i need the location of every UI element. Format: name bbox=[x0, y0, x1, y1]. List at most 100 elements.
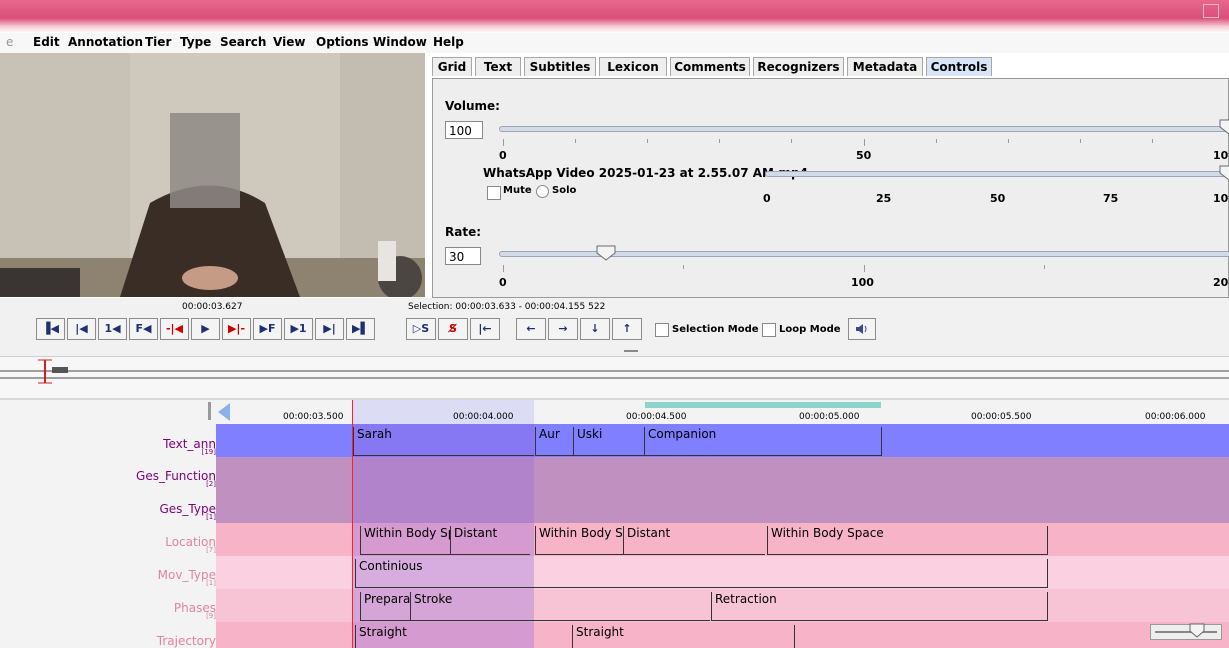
menu-type[interactable]: Type bbox=[180, 35, 211, 49]
tick bbox=[791, 139, 792, 143]
controls-panel: Volume: 100 0 50 10 WhatsApp Video 2025-… bbox=[432, 78, 1229, 298]
previous-frame-page-button[interactable]: |◀ bbox=[67, 318, 96, 340]
tab-comments[interactable]: Comments bbox=[670, 57, 750, 76]
tier-name-phases[interactable]: Phases [9] bbox=[0, 601, 216, 620]
menu-tier[interactable]: Tier bbox=[145, 35, 171, 49]
clear-selection-button[interactable]: S̸ bbox=[438, 318, 468, 340]
tab-strip: Grid Text Subtitles Lexicon Comments Rec… bbox=[432, 55, 1229, 78]
video-viewer[interactable] bbox=[0, 53, 425, 297]
solo-radio[interactable] bbox=[536, 185, 549, 198]
annotation[interactable]: Straight bbox=[355, 625, 570, 648]
maximize-button[interactable] bbox=[1203, 4, 1219, 18]
loop-mode-label: Loop Mode bbox=[779, 324, 841, 335]
annotation[interactable]: Stroke bbox=[410, 592, 710, 621]
zoom-track bbox=[1155, 631, 1217, 633]
next-frame-button[interactable]: ▶F bbox=[253, 318, 282, 340]
rate-slider-thumb[interactable] bbox=[596, 245, 616, 261]
next-second-button[interactable]: ▶1 bbox=[284, 318, 313, 340]
tier-name-location[interactable]: Location [7] bbox=[0, 535, 216, 554]
tick bbox=[1080, 139, 1081, 143]
ruler-time-label: 00:00:06.000 bbox=[1145, 412, 1206, 422]
annotation[interactable]: Within Body Sp bbox=[535, 526, 623, 555]
tier-name-ges-type[interactable]: Ges_Type [1] bbox=[0, 502, 217, 521]
volume-slider-thumb[interactable] bbox=[1219, 119, 1229, 135]
menu-annotation[interactable]: Annotation bbox=[68, 35, 143, 49]
previous-annotation-button[interactable]: ← bbox=[516, 318, 546, 340]
tick bbox=[1008, 139, 1009, 143]
ruler-time-label: 00:00:05.500 bbox=[971, 412, 1032, 422]
menu-search[interactable]: Search bbox=[220, 35, 266, 49]
annotation[interactable]: Retraction bbox=[711, 592, 1048, 621]
tab-text[interactable]: Text bbox=[475, 57, 521, 76]
zoom-slider[interactable] bbox=[1150, 623, 1222, 640]
previous-pixel-button[interactable]: -|◀ bbox=[160, 318, 189, 340]
menu-file[interactable]: e bbox=[6, 35, 13, 49]
ruler-grip[interactable] bbox=[208, 402, 211, 420]
overview-track bbox=[0, 359, 1229, 400]
next-annotation-button[interactable]: → bbox=[548, 318, 578, 340]
tier-name-mov-type[interactable]: Mov_Type [1] bbox=[0, 568, 216, 587]
play-button[interactable]: ▶ bbox=[191, 318, 220, 340]
zoom-slider-thumb[interactable] bbox=[1189, 623, 1205, 639]
annotation[interactable]: Companion bbox=[644, 427, 882, 456]
annotation[interactable]: Within Body Sp bbox=[360, 526, 450, 555]
file-volume-slider-thumb[interactable] bbox=[1219, 165, 1229, 181]
window-title-bar bbox=[0, 0, 1229, 33]
player-controls: 00:00:03.627 Selection: 00:00:03.633 - 0… bbox=[0, 298, 1229, 356]
previous-second-button[interactable]: 1◀ bbox=[98, 318, 127, 340]
go-to-begin-button[interactable]: ▐◀ bbox=[36, 318, 65, 340]
menu-help[interactable]: Help bbox=[433, 35, 464, 49]
previous-frame-button[interactable]: F◀ bbox=[129, 318, 158, 340]
scroll-left-icon[interactable] bbox=[216, 402, 232, 422]
tab-metadata[interactable]: Metadata bbox=[847, 57, 923, 76]
selection-mode-checkbox[interactable] bbox=[655, 323, 669, 337]
tier-name-ges-function[interactable]: Ges_Function [2] bbox=[0, 469, 216, 488]
menu-edit[interactable]: Edit bbox=[33, 35, 60, 49]
tab-lexicon[interactable]: Lexicon bbox=[599, 57, 667, 76]
video-frame bbox=[0, 53, 425, 297]
annotation[interactable]: Within Body Space bbox=[767, 526, 1048, 555]
annotation[interactable]: Distant bbox=[450, 526, 530, 555]
mute-checkbox[interactable] bbox=[487, 186, 501, 200]
annotation-above-button[interactable]: ↑ bbox=[612, 318, 642, 340]
volume-tick-label: 50 bbox=[856, 149, 872, 162]
tier-name-label: Ges_Function bbox=[136, 469, 216, 483]
menu-view[interactable]: View bbox=[273, 35, 305, 49]
tier-name-text-ann[interactable]: Text_ann [19] bbox=[0, 437, 216, 456]
next-pixel-button[interactable]: ▶|- bbox=[222, 318, 251, 340]
selection-begin-button[interactable]: |← bbox=[470, 318, 500, 340]
current-time: 00:00:03.627 bbox=[182, 302, 243, 312]
annotation-below-button[interactable]: ↓ bbox=[580, 318, 610, 340]
tick bbox=[864, 139, 865, 146]
annotation[interactable]: Uski bbox=[573, 427, 644, 456]
tick bbox=[683, 265, 684, 269]
tab-subtitles[interactable]: Subtitles bbox=[524, 57, 596, 76]
annotation[interactable]: Prepara bbox=[360, 592, 410, 621]
time-ruler[interactable]: 00:00:03.500 00:00:04.000 00:00:04.500 0… bbox=[0, 400, 1229, 424]
annotation[interactable]: Straight bbox=[572, 625, 795, 648]
loop-mode-checkbox[interactable] bbox=[762, 323, 776, 337]
file-tick-label: 0 bbox=[763, 192, 771, 205]
timeline-overview[interactable] bbox=[0, 356, 1229, 401]
menu-window[interactable]: Window bbox=[373, 35, 427, 49]
go-to-end-button[interactable]: ▶▌ bbox=[346, 318, 375, 340]
tab-grid[interactable]: Grid bbox=[432, 57, 472, 76]
rate-input[interactable]: 30 bbox=[445, 247, 481, 265]
speaker-icon[interactable] bbox=[848, 318, 876, 340]
annotation[interactable]: Aur bbox=[535, 427, 573, 456]
volume-input[interactable]: 100 bbox=[445, 121, 483, 139]
annotation[interactable]: Distant bbox=[623, 526, 765, 555]
annotation[interactable]: Sarah bbox=[353, 427, 534, 456]
tier-name-trajectory[interactable]: Trajectory bbox=[0, 634, 216, 648]
file-volume-slider[interactable] bbox=[765, 171, 1229, 177]
menu-options[interactable]: Options bbox=[316, 35, 369, 49]
ruler-time-label: 00:00:04.000 bbox=[453, 412, 514, 422]
tick bbox=[1152, 139, 1153, 143]
volume-slider[interactable] bbox=[499, 126, 1229, 132]
tab-controls[interactable]: Controls bbox=[926, 57, 992, 76]
next-page-button[interactable]: ▶| bbox=[315, 318, 344, 340]
tab-recognizers[interactable]: Recognizers bbox=[753, 57, 844, 76]
splitter-handle[interactable] bbox=[624, 350, 638, 352]
annotation[interactable]: Continious bbox=[355, 559, 1048, 588]
play-selection-button[interactable]: ▷S bbox=[406, 318, 436, 340]
